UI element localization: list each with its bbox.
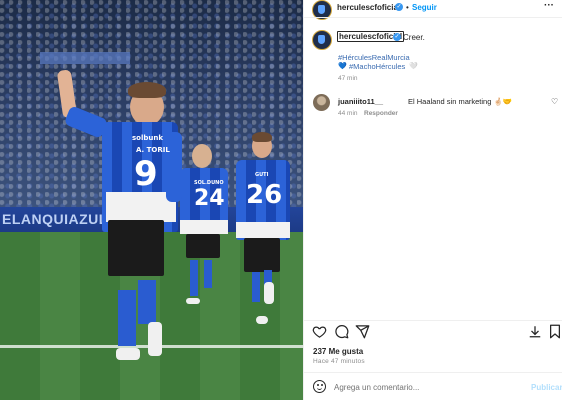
comment-avatar[interactable] [313,94,330,111]
post-details-panel: herculescfoficial ✓ • Seguir ··· hercule… [303,0,562,400]
comment-box-divider [304,372,562,373]
reply-button[interactable]: Responder [364,110,398,117]
actions-divider [304,320,562,321]
comment-input[interactable] [334,381,514,393]
publish-button[interactable]: Publicar [531,383,562,392]
comment-username[interactable]: juaniiito11__ [338,97,383,106]
caption-text: Creer. [403,33,425,42]
white-heart-icon: 🤍 [409,63,418,70]
header-separator: • [406,3,409,12]
header-divider [304,17,562,18]
share-send-icon[interactable] [355,324,370,339]
follow-button[interactable]: Seguir [412,3,437,12]
player-26: GUTI 26 [230,130,300,330]
post-time-ago: Hace 47 minutos [313,358,365,365]
more-options-icon[interactable]: ··· [544,0,554,11]
comment-text: El Haaland sin marketing 🤞🏻🤝 [408,97,513,106]
like-heart-icon[interactable] [312,324,327,339]
emoji-icon[interactable] [313,380,326,393]
verified-badge-icon: ✓ [395,3,403,11]
player-26-number: 26 [246,180,283,210]
post-photo[interactable]: ELANQUIAZULES GUTI 26 SOL.DUNO 24 solbun… [0,0,303,400]
likes-count[interactable]: 237 Me gusta [313,347,363,356]
caption-avatar[interactable] [312,30,332,50]
player-9-number: 9 [134,154,158,194]
comment-like-icon[interactable]: ♡ [551,97,558,106]
hashtag-1[interactable]: #HérculesRealMurcia [338,53,410,62]
player-9-name: A. TORIL [136,146,170,154]
player-26-name: GUTI [255,172,269,178]
caption-verified-icon: ✓ [393,33,401,41]
hashtag-2[interactable]: #MachoHércules [349,62,405,71]
download-icon[interactable] [528,324,542,339]
caption-time: 47 min [338,75,358,82]
player-9-sponsor: solbunk [132,134,164,142]
player-9: solbunk A. TORIL 9 [56,62,188,372]
blue-heart-icon: 💙 [338,63,347,70]
comment-bubble-icon[interactable] [334,324,349,339]
player-24-number: 24 [194,186,225,211]
header-username[interactable]: herculescfoficial [337,3,400,12]
save-bookmark-icon[interactable] [549,324,561,339]
comment-time: 44 min [338,110,358,117]
